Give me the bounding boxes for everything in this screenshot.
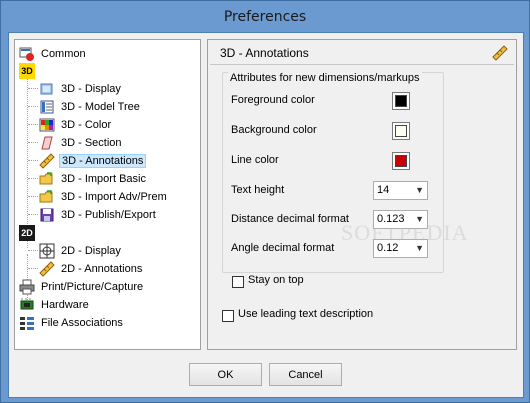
tree-item-3d-import-basic[interactable]: 3D - Import Basic — [39, 170, 148, 187]
model-tree-icon — [39, 99, 55, 115]
window-title: Preferences — [223, 8, 307, 25]
tree-item-3d-section[interactable]: 3D - Section — [39, 134, 124, 151]
chevron-down-icon: ▼ — [415, 185, 424, 195]
tree-item-3d-color[interactable]: 3D - Color — [39, 116, 113, 133]
2d-badge-icon: 2D — [19, 224, 35, 241]
ruler-icon — [39, 152, 55, 169]
tree-item-2d-display[interactable]: 2D - Display — [39, 242, 123, 259]
tree-item-2d-annotations[interactable]: 2D - Annotations — [39, 260, 144, 277]
tree-item-3d-display[interactable]: 3D - Display — [39, 80, 123, 97]
tree-item-3d-publish-export[interactable]: 3D - Publish/Export — [39, 206, 158, 223]
tree-item-print[interactable]: Print/Picture/Capture — [19, 278, 145, 295]
tree-item-3d-import-adv[interactable]: 3D - Import Adv/Prem — [39, 188, 169, 205]
tree-item-3d[interactable]: 3D — [19, 62, 39, 79]
leading-text-checkbox[interactable] — [222, 310, 234, 322]
distance-format-label: Distance decimal format — [231, 213, 349, 225]
tree-item-3d-annotations[interactable]: 3D - Annotations — [39, 152, 147, 169]
save-disk-icon — [39, 207, 55, 223]
background-color-label: Background color — [231, 124, 317, 136]
background-color-swatch[interactable] — [392, 122, 410, 140]
ok-button[interactable]: OK — [189, 363, 262, 386]
foreground-color-label: Foreground color — [231, 94, 315, 106]
angle-format-value: 0.12 — [377, 242, 399, 254]
line-color-fill — [395, 155, 407, 167]
panel-title: 3D - Annotations — [220, 46, 309, 60]
display-icon — [39, 81, 55, 97]
tree-item-2d[interactable]: 2D — [19, 224, 39, 241]
panel-header: 3D - Annotations — [210, 42, 514, 65]
leading-text-label[interactable]: Use leading text description — [238, 308, 373, 320]
2d-display-icon — [39, 243, 55, 259]
distance-format-select[interactable]: 0.123 ▼ — [373, 210, 428, 229]
text-height-label: Text height — [231, 184, 285, 196]
title-bar[interactable]: Preferences — [1, 1, 529, 32]
chevron-down-icon: ▼ — [415, 243, 424, 253]
distance-format-value: 0.123 — [377, 213, 405, 225]
line-color-label: Line color — [231, 154, 279, 166]
attributes-group: Attributes for new dimensions/markups Fo… — [222, 72, 444, 273]
3d-badge-icon: 3D — [19, 62, 35, 79]
tree-item-file-associations[interactable]: File Associations — [19, 314, 125, 331]
group-title: Attributes for new dimensions/markups — [228, 72, 422, 84]
ruler-icon — [492, 45, 508, 61]
background-color-fill — [395, 125, 407, 137]
folder-open-icon — [39, 171, 55, 187]
stay-on-top-label[interactable]: Stay on top — [248, 274, 304, 286]
stay-on-top-checkbox[interactable] — [232, 276, 244, 288]
color-palette-icon — [39, 117, 55, 133]
folder-open-icon — [39, 189, 55, 205]
section-plane-icon — [39, 135, 55, 151]
printer-icon — [19, 279, 35, 295]
tree-item-hardware[interactable]: Hardware — [19, 296, 91, 313]
text-height-select[interactable]: 14 ▼ — [373, 181, 428, 200]
chevron-down-icon: ▼ — [415, 214, 424, 224]
line-color-swatch[interactable] — [392, 152, 410, 170]
ruler-icon — [39, 260, 55, 277]
common-settings-icon — [19, 46, 35, 62]
hardware-chip-icon — [19, 297, 35, 313]
cancel-button[interactable]: Cancel — [269, 363, 342, 386]
annotations-settings-panel: 3D - Annotations SOFTPEDIA Attributes fo… — [207, 39, 517, 350]
tree-item-common[interactable]: Common — [19, 45, 88, 62]
file-associations-icon — [19, 315, 35, 331]
preferences-tree[interactable]: Common 3D 3D - Display 3D - Model Tree 3… — [14, 39, 201, 350]
foreground-color-swatch[interactable] — [392, 92, 410, 110]
dialog-body: Common 3D 3D - Display 3D - Model Tree 3… — [8, 32, 524, 398]
foreground-color-fill — [395, 95, 407, 107]
text-height-value: 14 — [377, 184, 390, 196]
preferences-window: Preferences Common 3D 3D - Display 3D - … — [0, 0, 530, 403]
angle-format-select[interactable]: 0.12 ▼ — [373, 239, 428, 258]
angle-format-label: Angle decimal format — [231, 242, 335, 254]
tree-item-3d-model-tree[interactable]: 3D - Model Tree — [39, 98, 142, 115]
